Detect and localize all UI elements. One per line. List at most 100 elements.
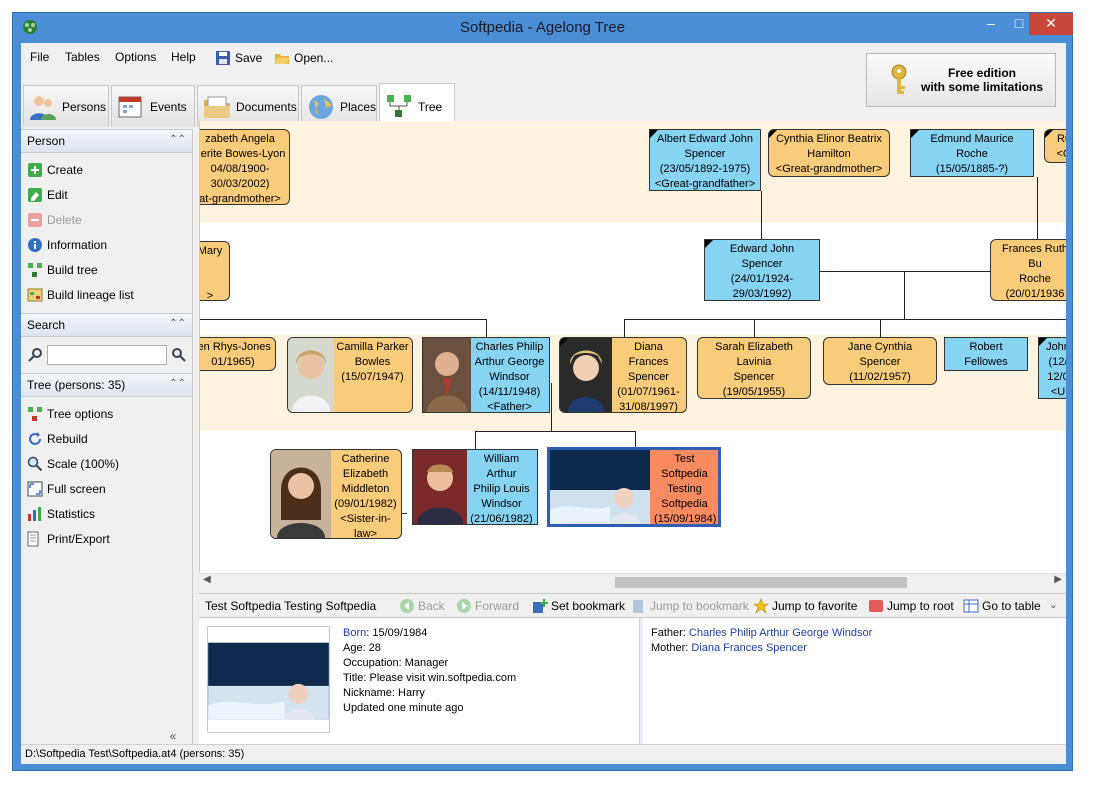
search-forward-icon[interactable] — [171, 347, 187, 363]
app-window: Softpedia - Agelong Tree – □ ✕ File Tabl… — [12, 12, 1073, 771]
person-photo — [271, 450, 331, 538]
create-person-button[interactable]: Create — [21, 157, 192, 182]
statistics-button[interactable]: Statistics — [21, 501, 192, 526]
collapse-chevron-icon[interactable]: ⌃⌃ — [169, 318, 186, 329]
tab-documents-label: Documents — [236, 99, 297, 114]
menu-help[interactable]: Help — [171, 50, 196, 64]
person-card-text: Edmund Maurice Roche (15/05/1885-?) <Gre… — [930, 133, 1014, 175]
tab-persons-label: Persons — [62, 99, 107, 114]
save-button[interactable]: Save — [215, 48, 262, 68]
person-card[interactable]: Edward John Spencer (24/01/1924- 29/03/1… — [704, 239, 820, 301]
person-card[interactable]: Frances Ruth Bu Roche (20/01/1936 <Grand… — [990, 239, 1066, 301]
documents-icon — [204, 96, 230, 118]
person-card[interactable]: Sarah Elizabeth Lavinia Spencer (19/05/1… — [697, 337, 811, 399]
tab-persons[interactable]: Persons — [23, 85, 109, 127]
close-button[interactable]: ✕ — [1029, 13, 1073, 35]
tree-section-header[interactable]: Tree (persons: 35) ⌃⌃ — [21, 373, 192, 397]
person-info: Born: 15/09/1984 Age: 28 Occupation: Man… — [343, 626, 516, 716]
person-card[interactable]: Charles Philip Arthur George Windsor (14… — [422, 337, 550, 413]
search-row — [21, 337, 192, 373]
scroll-left-icon[interactable]: ◀ — [203, 574, 211, 585]
person-card[interactable]: Mary > — [200, 241, 230, 301]
globe-icon — [308, 94, 333, 119]
back-arrow-icon — [400, 599, 414, 613]
search-input[interactable] — [47, 345, 167, 365]
tree-options-button[interactable]: Tree options — [21, 401, 192, 426]
corner-marker-icon — [705, 240, 713, 248]
free-edition-box[interactable]: Free edition with some limitations — [866, 53, 1056, 107]
jump-root-button[interactable]: Jump to root — [868, 598, 954, 614]
tree-section-title: Tree (persons: 35) — [27, 378, 126, 392]
back-button[interactable]: Back — [399, 598, 445, 614]
menu-file[interactable]: File — [30, 50, 49, 64]
father-link[interactable]: Charles Philip Arthur George Windsor — [689, 627, 872, 639]
menu-tables[interactable]: Tables — [65, 50, 100, 64]
person-photo — [288, 338, 334, 412]
tree-options-label: Tree options — [47, 406, 114, 421]
person-card[interactable]: Ru <G — [1044, 129, 1066, 163]
person-card[interactable]: Camilla Parker Bowles (15/07/1947) — [287, 337, 413, 413]
fullscreen-icon — [27, 481, 43, 496]
panel-splitter[interactable] — [639, 618, 643, 745]
build-lineage-button[interactable]: Build lineage list — [21, 282, 192, 307]
collapse-chevron-icon[interactable]: ⌃⌃ — [169, 378, 186, 389]
tab-places-label: Places — [339, 99, 376, 114]
corner-marker-icon — [769, 130, 777, 138]
minimize-button[interactable]: – — [977, 13, 1005, 35]
connector-line — [1037, 177, 1038, 247]
refresh-icon — [29, 431, 41, 445]
tab-events[interactable]: Events — [111, 85, 195, 127]
calendar-icon — [118, 96, 142, 117]
menu-options[interactable]: Options — [115, 50, 156, 64]
person-card[interactable]: John (12/ 12/0 <U — [1038, 337, 1066, 399]
person-card[interactable]: Diana Frances Spencer (01/07/1961- 31/08… — [559, 337, 687, 413]
rebuild-button[interactable]: Rebuild — [21, 426, 192, 451]
set-bookmark-button[interactable]: Set bookmark — [532, 598, 625, 614]
full-screen-button[interactable]: Full screen — [21, 476, 192, 501]
scroll-thumb[interactable] — [615, 577, 907, 588]
go-table-button[interactable]: Go to table — [963, 598, 1041, 614]
print-export-button[interactable]: Print/Export — [21, 526, 192, 551]
person-card[interactable]: zabeth Angela uerite Bowes-Lyon 04/08/19… — [200, 129, 290, 205]
person-card[interactable]: Albert Edward John Spencer (23/05/1892-1… — [649, 129, 761, 191]
information-button[interactable]: Information — [21, 232, 192, 257]
person-card[interactable]: Cynthia Elinor Beatrix Hamilton <Great-g… — [768, 129, 890, 177]
horizontal-scrollbar[interactable]: ◀ ▶ — [199, 573, 1066, 590]
set-bookmark-label: Set bookmark — [551, 599, 626, 613]
jump-favorite-button[interactable]: Jump to favorite — [753, 598, 857, 614]
info-icon — [28, 237, 42, 252]
connector-line — [624, 319, 1066, 320]
born-link[interactable]: Born — [343, 627, 366, 639]
bookmark-icon — [633, 600, 643, 613]
person-section-title: Person — [27, 134, 66, 148]
connector-line — [200, 319, 486, 320]
forward-button[interactable]: Forward — [456, 598, 519, 614]
jump-bookmark-button[interactable]: Jump to bookmark — [631, 598, 749, 614]
person-card-text: Camilla Parker Bowles (15/07/1947) — [336, 341, 409, 383]
person-card[interactable]: Robert Fellowes — [944, 337, 1028, 371]
person-card[interactable]: Catherine Elizabeth Middleton (09/01/198… — [270, 449, 402, 539]
search-section-header[interactable]: Search ⌃⌃ — [21, 313, 192, 337]
person-card[interactable]: len Rhys-Jones 01/1965) — [200, 337, 276, 371]
scale-button[interactable]: Scale (100%) — [21, 451, 192, 476]
mother-link[interactable]: Diana Frances Spencer — [691, 642, 807, 654]
back-label: Back — [418, 599, 445, 613]
delete-person-button[interactable]: Delete — [21, 207, 192, 232]
person-section-header[interactable]: Person ⌃⌃ — [21, 129, 192, 153]
window-title: Softpedia - Agelong Tree — [459, 19, 626, 36]
bar-chart-icon — [28, 506, 41, 521]
tree-canvas[interactable]: zabeth Angela uerite Bowes-Lyon 04/08/19… — [199, 121, 1066, 573]
person-card[interactable]: Edmund Maurice Roche (15/05/1885-?) <Gre… — [910, 129, 1034, 177]
person-card-selected[interactable]: Test Softpedia Testing Softpedia (15/09/… — [547, 447, 721, 527]
person-card[interactable]: Jane Cynthia Spencer (11/02/1957) <Aunt> — [823, 337, 937, 385]
edit-person-button[interactable]: Edit — [21, 182, 192, 207]
collapse-chevron-icon[interactable]: ⌃⌃ — [169, 134, 186, 145]
build-tree-button[interactable]: Build tree — [21, 257, 192, 282]
person-card[interactable]: William Arthur Philip Louis Windsor (21/… — [412, 449, 538, 525]
corner-marker-icon — [911, 130, 919, 138]
open-button[interactable]: Open... — [274, 48, 333, 68]
edit-label: Edit — [47, 187, 68, 202]
scroll-right-icon[interactable]: ▶ — [1054, 574, 1062, 585]
expand-chevron-icon[interactable]: ⌄ — [1049, 598, 1058, 611]
search-back-icon[interactable] — [27, 347, 43, 363]
